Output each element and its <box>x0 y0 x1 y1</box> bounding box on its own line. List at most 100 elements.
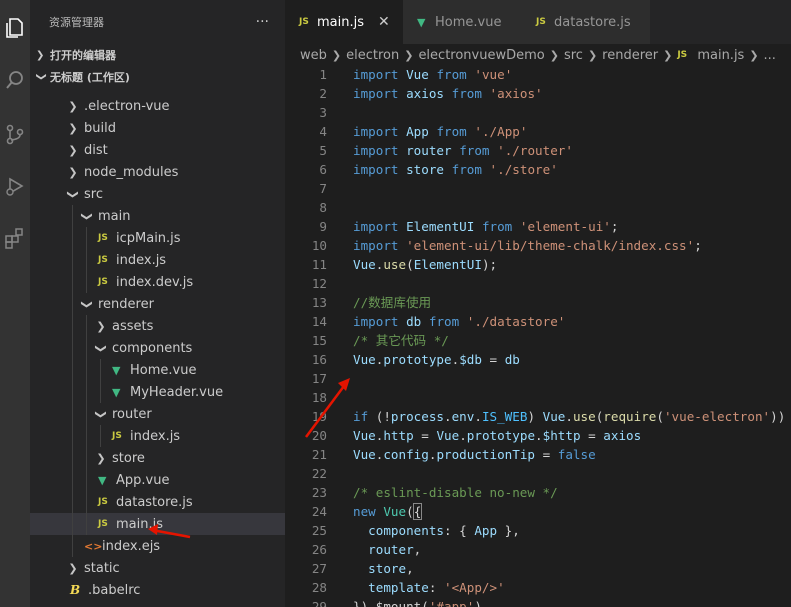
tab-datastore-js[interactable]: JS datastore.js <box>522 0 650 44</box>
tree-item[interactable]: JS main.js <box>30 513 285 535</box>
editor-tabs: JS main.js ✕ ▼ Home.vue JS datastore.js <box>285 0 791 44</box>
code-token: Vue <box>406 67 429 82</box>
code-line: 21 Vue.config.productionTip = false <box>285 445 791 464</box>
tree-item[interactable]: JS datastore.js <box>30 491 285 513</box>
line-number: 16 <box>311 352 327 367</box>
js-file-icon: JS <box>536 17 546 27</box>
breadcrumb-item[interactable]: renderer <box>602 48 658 63</box>
code-token: store <box>368 561 407 576</box>
code-line: 28 template: '<App/>' <box>285 578 791 597</box>
tree-item[interactable]: ❯ router <box>30 403 285 425</box>
open-editors-label: 打开的编辑器 <box>50 49 116 62</box>
breadcrumb-file[interactable]: main.js <box>697 48 744 63</box>
code-token: ( <box>656 409 664 424</box>
tree-item[interactable]: ▼ App.vue <box>30 469 285 491</box>
chevron-right-icon: ❯ <box>68 561 78 575</box>
search-icon[interactable] <box>0 60 30 100</box>
code-token: env <box>451 409 475 424</box>
code-token: false <box>557 447 596 462</box>
workspace-section[interactable]: ❯ 无标题 (工作区) <box>30 66 285 88</box>
code-token: './router' <box>497 143 573 158</box>
tree-item[interactable]: JS index.dev.js <box>30 271 285 293</box>
code-text: import axios from 'axios' <box>353 84 543 103</box>
tree-item[interactable]: JS index.js <box>30 425 285 447</box>
code-token: , <box>413 542 422 557</box>
code-line: 18 <box>285 388 791 407</box>
indent-guide <box>72 293 73 315</box>
tree-item[interactable]: B .babelrc <box>30 579 285 601</box>
tree-item[interactable]: ❯ assets <box>30 315 285 337</box>
code-text: import 'element-ui/lib/theme-chalk/index… <box>353 236 702 255</box>
tab-home-vue[interactable]: ▼ Home.vue <box>403 0 522 44</box>
code-token: from <box>459 143 490 158</box>
code-editor[interactable]: 1 import Vue from 'vue' 2 import axios from… <box>285 66 791 607</box>
tree-item[interactable]: ❯ static <box>30 557 285 579</box>
code-token: Vue <box>353 447 376 462</box>
tree-item-label: router <box>112 406 152 422</box>
code-line: 22 <box>285 464 791 483</box>
indent-guide <box>72 205 73 227</box>
indent-guide <box>86 249 87 271</box>
tree-item[interactable]: <> index.ejs <box>30 535 285 557</box>
source-control-icon[interactable] <box>0 114 30 154</box>
breadcrumb-item[interactable]: web <box>300 48 327 63</box>
code-text: if (!process.env.IS_WEB) Vue.use(require… <box>353 407 785 426</box>
code-token: Vue <box>383 504 407 519</box>
tree-item[interactable]: JS index.js <box>30 249 285 271</box>
code-token: . <box>444 409 452 424</box>
line-number: 4 <box>319 124 327 139</box>
tree-item[interactable]: ❯ src <box>30 183 285 205</box>
line-number: 3 <box>319 105 327 120</box>
tree-item[interactable]: ❯ store <box>30 447 285 469</box>
js-file-icon: JS <box>299 17 309 27</box>
code-token: /* 其它代码 */ <box>353 333 449 348</box>
code-token: 'element-ui' <box>519 219 611 234</box>
breadcrumb-more[interactable]: ... <box>764 48 776 63</box>
tree-item[interactable]: ▼ MyHeader.vue <box>30 381 285 403</box>
line-number: 12 <box>311 276 327 291</box>
breadcrumb-item[interactable]: electronvuewDemo <box>418 48 544 63</box>
tree-item[interactable]: ❯ components <box>30 337 285 359</box>
chevron-down-icon: ❯ <box>94 409 108 419</box>
code-token: import <box>353 162 399 177</box>
tree-item[interactable]: ❯ node_modules <box>30 161 285 183</box>
tree-item-label: src <box>84 186 103 202</box>
chevron-down-icon: ❯ <box>35 72 47 81</box>
tree-item[interactable]: ❯ renderer <box>30 293 285 315</box>
tree-item[interactable]: ▼ Home.vue <box>30 359 285 381</box>
chevron-right-icon: ❯ <box>549 48 559 62</box>
explorer-icon[interactable] <box>0 8 30 48</box>
code-token: 'vue' <box>474 67 513 82</box>
open-editors-section[interactable]: ❯ 打开的编辑器 <box>30 44 285 66</box>
tree-item-label: node_modules <box>84 164 179 180</box>
line-number: 1 <box>319 67 327 82</box>
code-token: from <box>436 67 467 82</box>
line-number: 5 <box>319 143 327 158</box>
line-number: 22 <box>311 466 327 481</box>
run-debug-icon[interactable] <box>0 166 30 206</box>
breadcrumb-item[interactable]: src <box>564 48 583 63</box>
tab-main-js[interactable]: JS main.js ✕ <box>285 0 403 44</box>
tree-item[interactable]: ❯ .electron-vue <box>30 95 285 117</box>
line-number: 2 <box>319 86 327 101</box>
tree-item[interactable]: ❯ main <box>30 205 285 227</box>
code-token: Vue <box>353 428 376 443</box>
tree-item[interactable]: ❯ dist <box>30 139 285 161</box>
babel-file-icon: B <box>70 583 81 597</box>
tree-item[interactable]: JS icpMain.js <box>30 227 285 249</box>
code-line: 15 /* 其它代码 */ <box>285 331 791 350</box>
breadcrumb-item[interactable]: electron <box>346 48 399 63</box>
code-token: : { <box>444 523 475 538</box>
close-icon[interactable]: ✕ <box>378 14 390 30</box>
indent-guide <box>86 271 87 293</box>
more-actions-icon[interactable]: ··· <box>256 14 269 30</box>
indent-guide <box>72 227 73 249</box>
extensions-icon[interactable] <box>0 218 30 258</box>
tree-item[interactable]: ❯ build <box>30 117 285 139</box>
